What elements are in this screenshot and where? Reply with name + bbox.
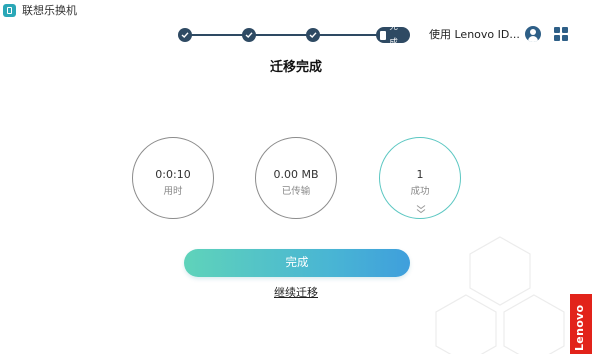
page-title: 迁移完成 (269, 60, 322, 75)
check-icon (309, 32, 317, 38)
grid-cell (554, 27, 560, 33)
stat-elapsed-time: 0:0:10 用时 (132, 137, 214, 219)
lenovo-logo-text: Lenovo (573, 304, 586, 351)
app-logo-icon (3, 4, 16, 17)
stat-label: 用时 (163, 186, 183, 197)
check-icon (245, 32, 253, 38)
stat-value: 0.00 MB (273, 168, 319, 181)
chevron-down-icon[interactable] (415, 204, 427, 214)
done-button[interactable]: 完成 (184, 249, 410, 277)
check-icon (181, 32, 189, 38)
document-icon (380, 30, 387, 40)
app-title: 联想乐换机 (22, 4, 77, 17)
step-2-check (242, 28, 256, 42)
step-final-label: 完成 (389, 22, 398, 48)
user-icon[interactable] (525, 26, 541, 42)
step-1-check (178, 28, 192, 42)
stat-label: 已传输 (281, 186, 311, 197)
stepper-line (186, 34, 394, 36)
grid-cell (562, 27, 568, 33)
app-grid-icon[interactable] (554, 27, 568, 41)
step-3-check (306, 28, 320, 42)
stat-success-count[interactable]: 1 成功 (379, 137, 461, 219)
stat-value: 0:0:10 (155, 168, 191, 181)
stat-label: 成功 (410, 186, 430, 197)
progress-stepper: 完成 (178, 22, 410, 48)
lenovo-id-login-link[interactable]: 使用 Lenovo ID... (429, 27, 520, 43)
lenovo-brand-logo: Lenovo (570, 294, 592, 354)
stat-value: 1 (416, 168, 424, 181)
stat-transferred: 0.00 MB 已传输 (255, 137, 337, 219)
grid-cell (554, 35, 560, 41)
step-final-complete: 完成 (376, 22, 410, 48)
grid-cell (562, 35, 568, 41)
title-bar: 联想乐换机 (0, 0, 592, 22)
hexagon-pattern-decoration (435, 236, 565, 354)
